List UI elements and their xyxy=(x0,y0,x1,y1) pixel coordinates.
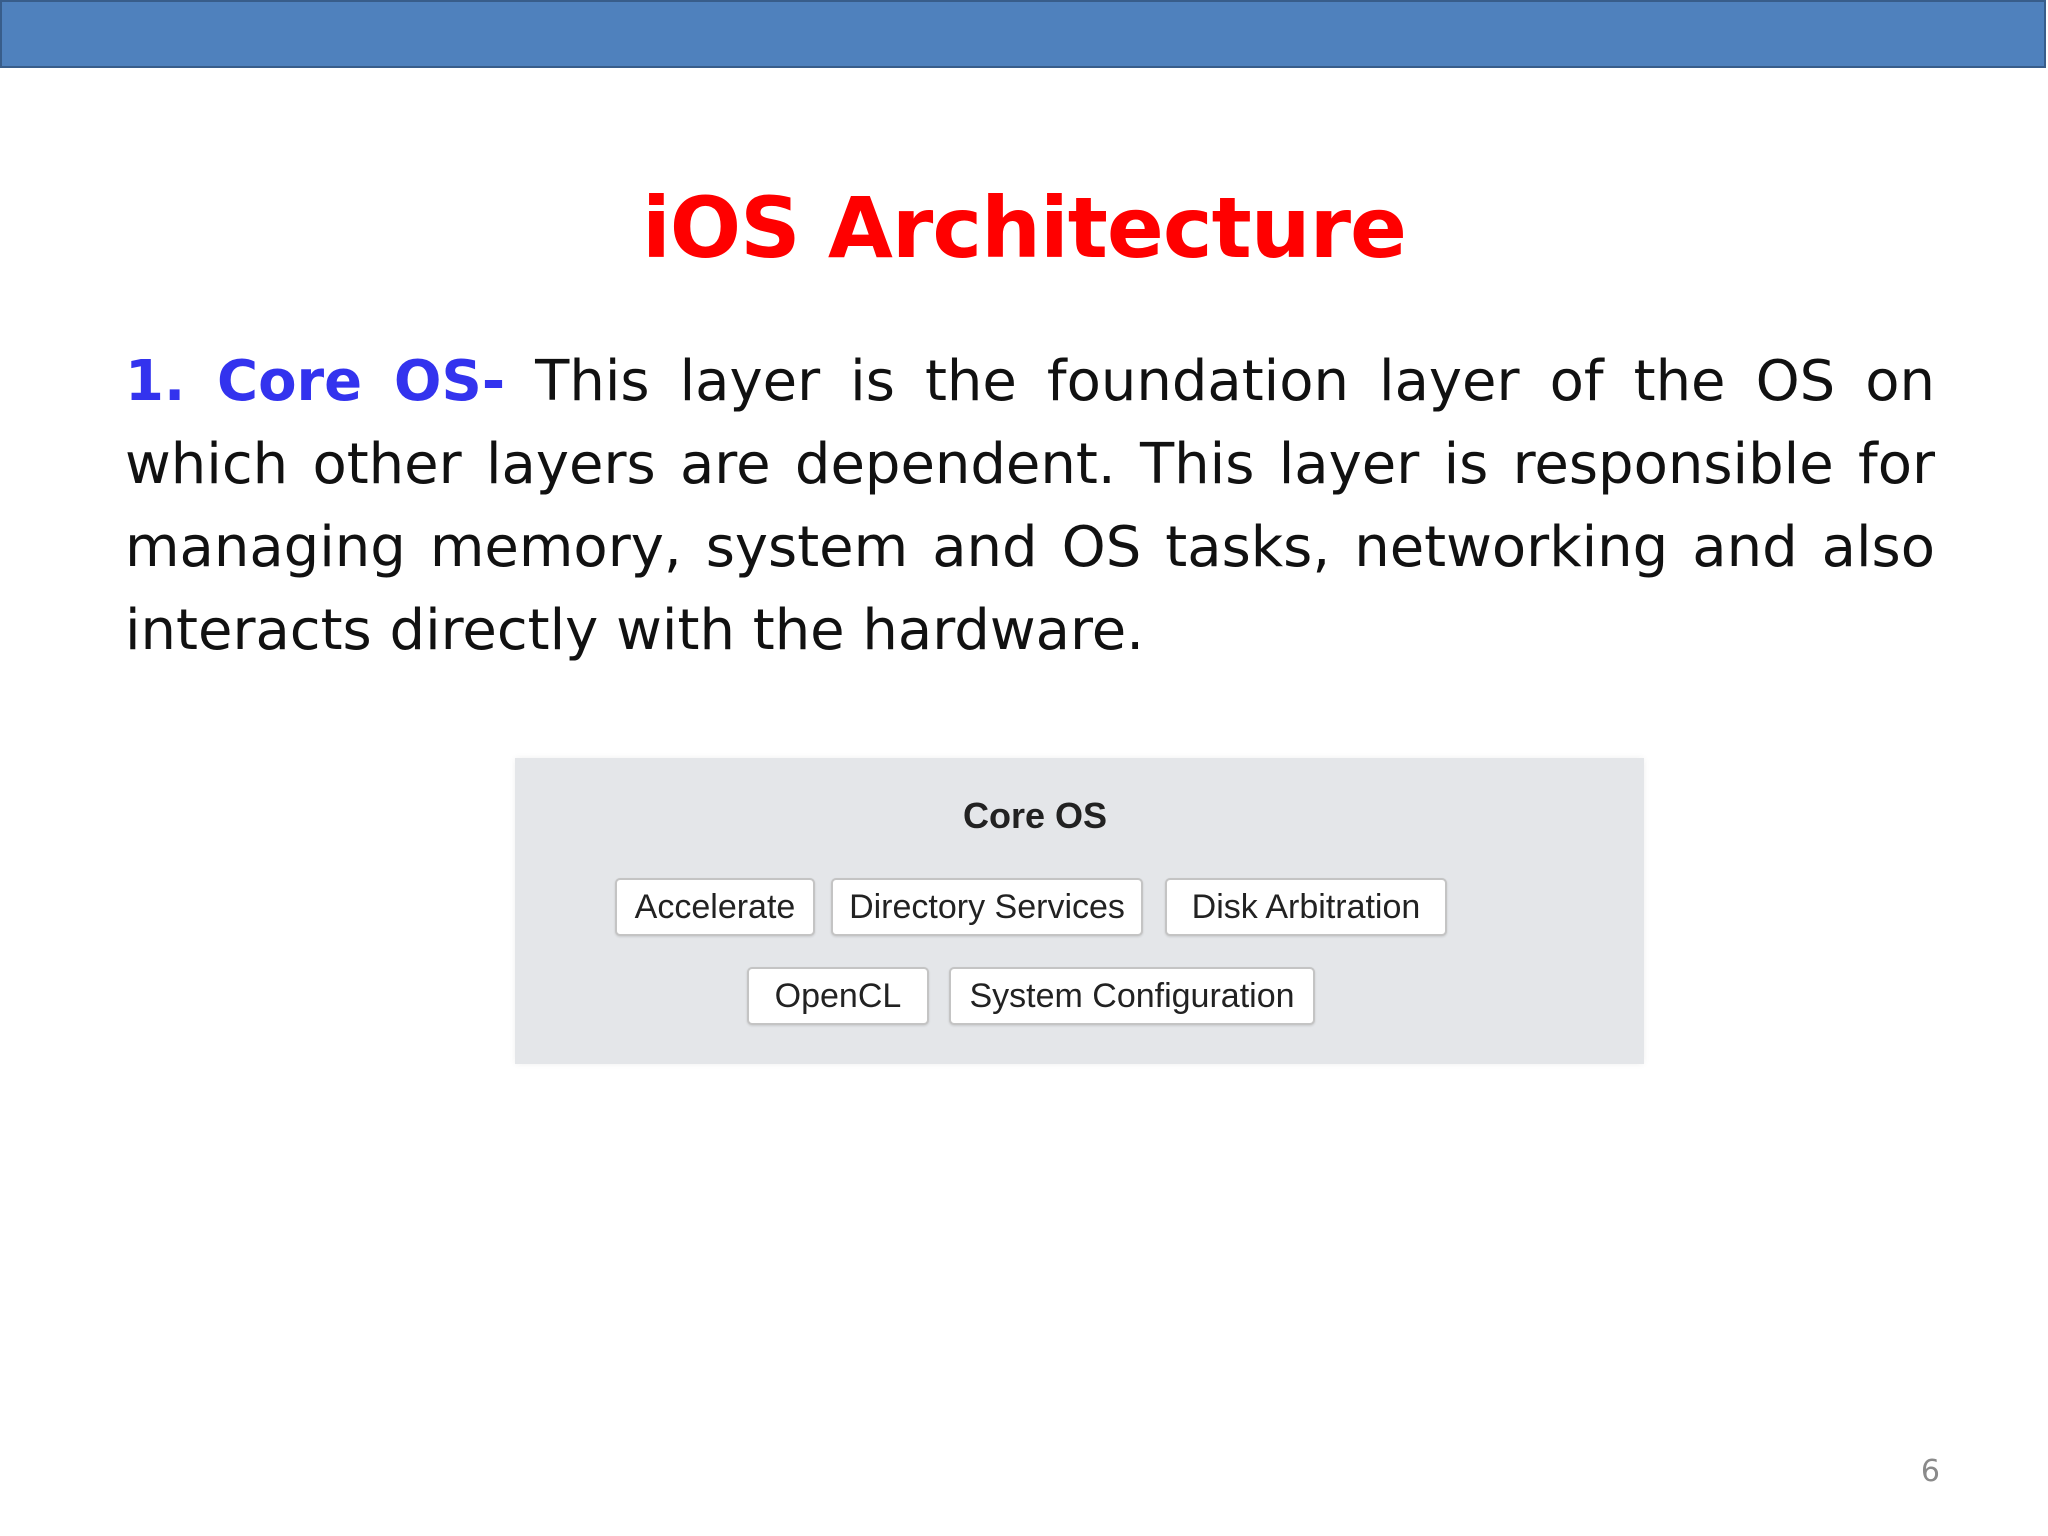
opencl-box: OpenCL xyxy=(747,967,929,1025)
page-number: 6 xyxy=(1920,1454,1940,1489)
top-banner-bar xyxy=(0,0,2046,68)
core-os-label: 1. Core OS- xyxy=(125,349,506,414)
slide-title: iOS Architecture xyxy=(641,179,1407,277)
accelerate-box: Accelerate xyxy=(615,878,815,936)
disk-arbitration-box: Disk Arbitration xyxy=(1165,878,1447,936)
core-os-diagram: Core OS Accelerate Directory Services Di… xyxy=(515,758,1644,1064)
body-paragraph: 1. Core OS- This layer is the foundation… xyxy=(125,340,1935,672)
diagram-title: Core OS xyxy=(962,795,1108,836)
directory-services-box: Directory Services xyxy=(831,878,1143,936)
system-configuration-box: System Configuration xyxy=(949,967,1315,1025)
